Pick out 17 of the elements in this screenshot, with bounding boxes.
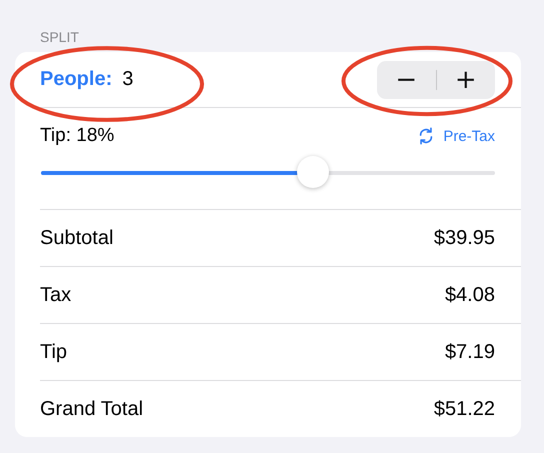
decrement-button[interactable]: − <box>377 60 436 98</box>
section-header: SPLIT <box>40 29 80 45</box>
total-value: $39.95 <box>434 226 495 250</box>
total-value: $4.08 <box>444 284 495 306</box>
total-value: $7.19 <box>444 340 495 364</box>
pre-tax-button[interactable]: Pre-Tax <box>417 127 495 145</box>
tip-label: Tip: 18% <box>40 125 114 147</box>
stepper[interactable]: − + <box>377 60 495 98</box>
people-count: 3 <box>122 68 134 91</box>
total-label: Tax <box>40 284 72 306</box>
slider-thumb[interactable] <box>297 156 330 188</box>
increment-button[interactable]: + <box>436 60 495 98</box>
total-value: $51.22 <box>434 398 495 420</box>
people-label: People: <box>40 68 112 91</box>
total-label: Subtotal <box>40 226 114 250</box>
total-label: Grand Total <box>40 398 144 420</box>
total-label: Tip <box>40 340 68 364</box>
